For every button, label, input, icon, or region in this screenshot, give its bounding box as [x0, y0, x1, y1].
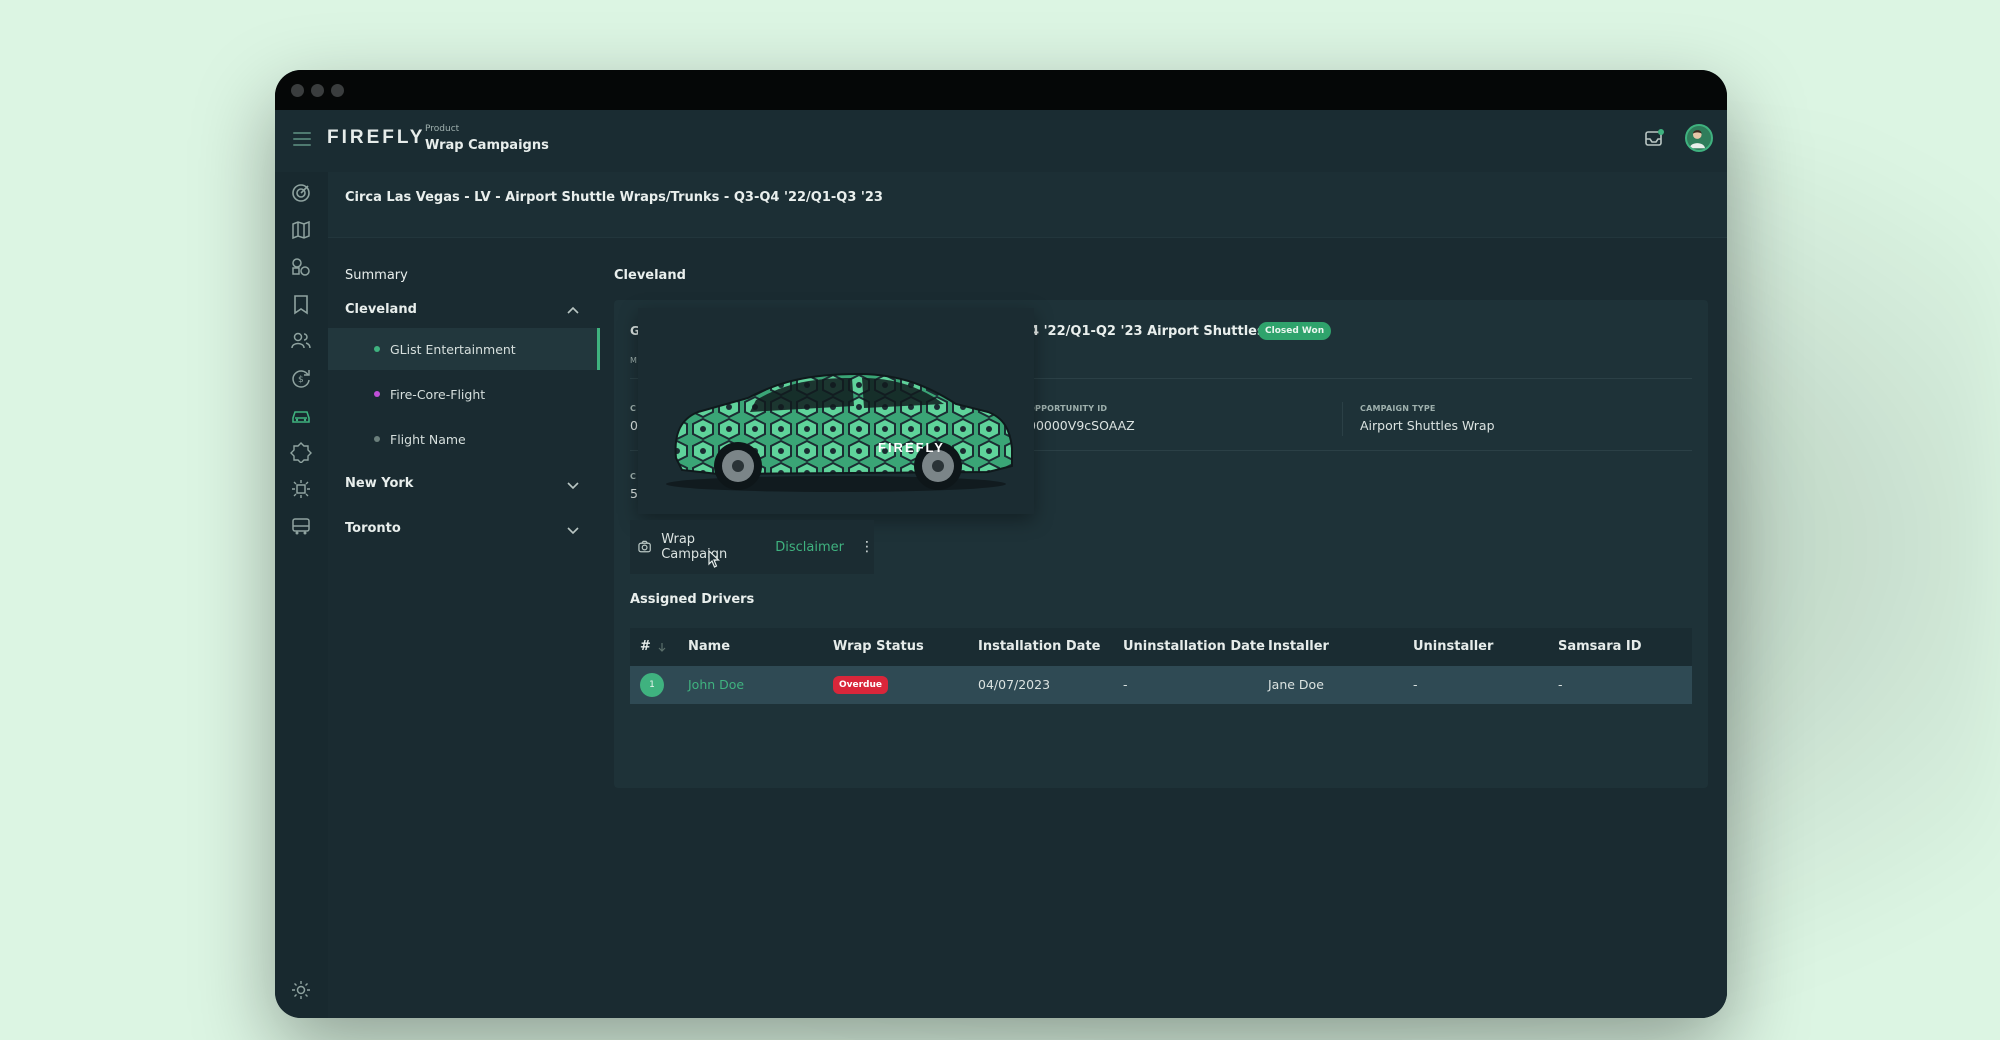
car-brand-text: FIREFLY [878, 440, 945, 455]
chevron-up-icon[interactable] [566, 304, 580, 318]
field-label-fragment: C [630, 472, 637, 481]
opportunity-id-value: 00000V9cSOAAZ [1028, 418, 1135, 433]
app-window: FIREFLY Product Wrap Campaigns $ Circa L… [275, 70, 1727, 1018]
column-header-wrap-status[interactable]: Wrap Status [833, 639, 924, 654]
user-avatar[interactable] [1685, 124, 1713, 152]
sort-arrow-icon[interactable] [658, 642, 666, 652]
field-value-fragment: 5 [630, 486, 638, 501]
window-maximize-dot[interactable] [331, 83, 344, 97]
status-badge: Closed Won [1258, 322, 1332, 340]
users-icon[interactable] [290, 330, 312, 352]
inbox-icon[interactable] [1643, 127, 1665, 149]
target-icon[interactable] [290, 182, 312, 204]
title-bar [275, 70, 1727, 110]
column-header-installation-date[interactable]: Installation Date [978, 639, 1100, 654]
installer: Jane Doe [1268, 677, 1324, 692]
wrap-toolbar: Wrap Campaign Disclaimer ⋮ [630, 520, 874, 574]
menu-icon[interactable] [293, 132, 311, 150]
disclaimer-link[interactable]: Disclaimer [775, 540, 844, 555]
wrap-status-badge: Overdue [833, 676, 889, 694]
nav-item-fire-core-flight[interactable]: Fire-Core-Flight [328, 373, 600, 415]
map-icon[interactable] [290, 219, 312, 241]
driver-name-link[interactable]: John Doe [688, 677, 744, 692]
drivers-table-header: # Name Wrap Status Installation Date Uni… [630, 628, 1692, 666]
table-row[interactable]: 1 John Doe Overdue 04/07/2023 - Jane Doe… [630, 666, 1692, 704]
mouse-cursor-icon [708, 550, 720, 568]
nav-item-label: GList Entertainment [390, 341, 516, 357]
shapes-icon[interactable] [290, 256, 312, 278]
breadcrumb-parent[interactable]: Product [425, 124, 459, 134]
row-number-badge: 1 [640, 673, 664, 697]
wrapped-car-image: FIREFLY [666, 372, 1013, 492]
app-logo: FIREFLY [327, 127, 426, 148]
bookmark-icon[interactable] [290, 293, 312, 315]
samsara-id: - [1558, 677, 1563, 692]
car-icon[interactable] [290, 404, 312, 426]
assigned-drivers-title: Assigned Drivers [630, 592, 755, 607]
window-minimize-dot[interactable] [311, 83, 324, 97]
nav-group-toronto[interactable]: Toronto [345, 521, 401, 536]
nav-item-label: Flight Name [390, 431, 466, 447]
column-header-samsara-id[interactable]: Samsara ID [1558, 639, 1642, 654]
campaign-type-label: CAMPAIGN TYPE [1360, 404, 1436, 413]
installation-date: 04/07/2023 [978, 677, 1051, 692]
camera-icon[interactable] [638, 540, 651, 554]
opportunity-id-label: OPPORTUNITY ID [1028, 404, 1108, 413]
nav-item-label: Fire-Core-Flight [390, 386, 486, 402]
nav-group-new-york[interactable]: New York [345, 476, 413, 491]
breadcrumb-title: Wrap Campaigns [425, 138, 549, 153]
currency-refresh-icon[interactable]: $ [290, 367, 312, 389]
column-header-installer[interactable]: Installer [1268, 639, 1329, 654]
icon-sidebar: $ [275, 172, 328, 1018]
bus-icon[interactable] [290, 515, 312, 537]
wrap-preview-popup: FIREFLY [638, 308, 1034, 514]
location-nav: Summary Cleveland GList Entertainment Fi… [328, 238, 600, 1018]
page-title: Circa Las Vegas - LV - Airport Shuttle W… [345, 190, 883, 205]
divider [1342, 402, 1343, 436]
uninstaller: - [1413, 677, 1418, 692]
page-header: Circa Las Vegas - LV - Airport Shuttle W… [328, 172, 1727, 238]
nav-item-glist-entertainment[interactable]: GList Entertainment [328, 328, 600, 370]
window-close-dot[interactable] [291, 83, 304, 97]
campaign-type-value: Airport Shuttles Wrap [1360, 418, 1495, 433]
status-dot [374, 346, 380, 352]
field-value-fragment: 0 [630, 418, 638, 433]
column-header-uninstaller[interactable]: Uninstaller [1413, 639, 1493, 654]
nav-item-flight-name[interactable]: Flight Name [328, 418, 600, 460]
theme-toggle-icon[interactable] [291, 980, 311, 1000]
nav-group-cleveland[interactable]: Cleveland [345, 302, 417, 317]
nav-summary[interactable]: Summary [345, 268, 408, 283]
top-bar: FIREFLY Product Wrap Campaigns [275, 110, 1727, 172]
main-area: Cleveland G M 4 '22/Q1-Q2 '23 Airport Sh… [600, 238, 1727, 1018]
chevron-down-icon[interactable] [566, 523, 580, 537]
status-dot [374, 391, 380, 397]
field-label-fragment: M [630, 356, 637, 365]
section-title: Cleveland [614, 268, 686, 283]
flight-panel: G M 4 '22/Q1-Q2 '23 Airport Shuttles Wra… [614, 300, 1708, 788]
more-options-icon[interactable]: ⋮ [860, 539, 874, 555]
settings-badge-icon[interactable] [290, 441, 312, 464]
svg-text:$: $ [298, 375, 304, 385]
column-header-number[interactable]: # [640, 639, 651, 654]
column-header-name[interactable]: Name [688, 639, 730, 654]
status-dot [374, 436, 380, 442]
sun-settings-icon[interactable] [290, 478, 312, 500]
field-label-fragment: C [630, 404, 637, 413]
uninstallation-date: - [1123, 677, 1128, 692]
column-header-uninstallation-date[interactable]: Uninstallation Date [1123, 639, 1265, 654]
content-area: Circa Las Vegas - LV - Airport Shuttle W… [328, 172, 1727, 1018]
chevron-down-icon[interactable] [566, 478, 580, 492]
